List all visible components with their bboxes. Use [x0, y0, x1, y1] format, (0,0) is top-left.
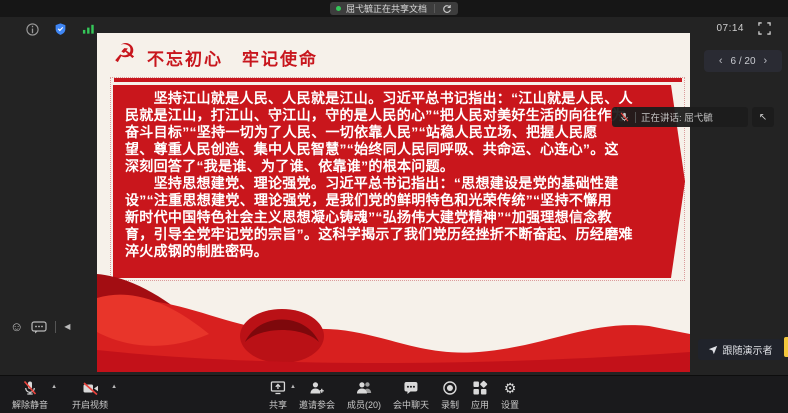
side-panel-handle[interactable] — [784, 337, 788, 357]
share-label: 共享 — [269, 398, 287, 411]
muted-mic-icon — [22, 380, 38, 396]
divider — [55, 321, 56, 333]
invite-label: 邀请参会 — [299, 398, 335, 411]
banner-paragraphs: 坚持江山就是人民、人民就是江山。习近平总书记指出：“江山就是人民、人 民就是江山… — [113, 85, 685, 260]
fullscreen-icon[interactable] — [758, 22, 772, 36]
emoji-reaction-icon[interactable]: ☺ — [10, 320, 23, 334]
chat-label: 会中聊天 — [393, 398, 429, 411]
next-page-button[interactable]: › — [764, 55, 768, 67]
page-indicator: 6 / 20 — [730, 56, 755, 67]
record-icon — [442, 380, 458, 396]
camera-off-icon — [82, 380, 99, 396]
unmute-label: 解除静音 — [12, 398, 48, 411]
divider — [434, 4, 435, 13]
apps-grid-icon — [472, 380, 488, 396]
meeting-duration: 07:14 — [716, 23, 744, 34]
start-video-button[interactable]: 开启视频 ▲ — [72, 380, 108, 411]
sharing-status-pill: 屈弋毓正在共享文档 — [330, 2, 458, 15]
banner-line: 坚持思想建党、理论强党。习近平总书记指出：“思想建设是党的基础性建 — [125, 175, 657, 192]
banner-line: 淬火成钢的制胜密码。 — [125, 243, 657, 260]
sharing-notice-text: 屈弋毓正在共享文档 — [346, 2, 427, 15]
speaking-indicator: 正在讲话: 屈弋毓 — [612, 107, 748, 127]
party-emblem-icon: ☭ — [113, 39, 136, 67]
title-underline — [114, 78, 682, 82]
settings-gear-icon: ⚙ — [504, 380, 517, 396]
page-navigator: ‹ 6 / 20 › — [704, 50, 782, 72]
chat-bubble-icon[interactable] — [31, 321, 47, 334]
invite-person-icon — [309, 380, 325, 396]
muted-mic-icon — [619, 111, 630, 123]
slide-title: 不忘初心 牢记使命 — [147, 45, 318, 70]
share-options-caret[interactable]: ▲ — [290, 384, 296, 390]
security-shield-icon[interactable] — [52, 21, 68, 37]
red-banner: 坚持江山就是人民、人民就是江山。习近平总书记指出：“江山就是人民、人 民就是江山… — [113, 85, 685, 278]
shared-slide: ☭ 不忘初心 牢记使命 坚持江山就是人民、人民就是江山。习近平总书记指出：“江山… — [97, 33, 690, 372]
prev-page-button[interactable]: ‹ — [719, 55, 723, 67]
chat-button[interactable]: 会中聊天 — [393, 380, 429, 411]
apps-label: 应用 — [471, 398, 489, 411]
start-video-label: 开启视频 — [72, 398, 108, 411]
speaking-label: 正在讲话: 屈弋毓 — [641, 110, 713, 124]
cursor-icon — [708, 345, 718, 355]
meeting-window: 屈弋毓正在共享文档 07:14 ☭ 不忘初心 牢记使命 坚持江山就是人民、人民 — [0, 0, 788, 413]
meeting-info-icon[interactable] — [24, 21, 40, 37]
refresh-icon[interactable] — [442, 4, 452, 14]
settings-button[interactable]: ⚙ 设置 — [501, 380, 519, 411]
banner-line: 育，引导全党牢记党的宗旨”。这科学揭示了我们党历经挫折不断奋起、历经磨难 — [125, 226, 657, 243]
banner-line: 新时代中国特色社会主义思想凝心铸魂”“弘扬伟大建党精神”“加强理想信念教 — [125, 209, 657, 226]
share-screen-icon — [270, 380, 286, 396]
banner-line: 奋斗目标”“坚持一切为了人民、一切依靠人民”“站稳人民立场、把握人民愿 — [125, 124, 657, 141]
follow-presenter-button[interactable]: 跟随演示者 — [698, 339, 782, 360]
meeting-chat-icon — [403, 380, 419, 396]
share-screen-button[interactable]: 共享 ▲ — [269, 380, 287, 411]
banner-line: 民就是江山，打江山、守江山，守的是人民的心”“把人民对美好生活的向往作为 — [125, 107, 657, 124]
collapse-panel-icon[interactable]: ◀ — [64, 320, 70, 334]
mic-options-caret[interactable]: ▲ — [51, 384, 57, 390]
banner-line: 坚持江山就是人民、人民就是江山。习近平总书记指出：“江山就是人民、人 — [125, 90, 657, 107]
banner-line: 设”“注重思想建党、理论强党，是我们党的鲜明特色和光荣传统”“坚持不懈用 — [125, 192, 657, 209]
banner-line: 望、尊重人民创造、集中人民智慧”“始终同人民同呼吸、共命运、心连心”。这 — [125, 141, 657, 158]
sharing-active-dot — [336, 6, 341, 11]
apps-button[interactable]: 应用 — [471, 380, 489, 411]
collapse-arrow-button[interactable]: ↖ — [752, 107, 774, 127]
unmute-button[interactable]: 解除静音 ▲ — [12, 380, 48, 411]
invite-button[interactable]: 邀请参会 — [299, 380, 335, 411]
follow-presenter-label: 跟随演示者 — [723, 342, 773, 357]
top-bar: 屈弋毓正在共享文档 — [0, 0, 788, 17]
members-icon — [355, 380, 372, 396]
banner-line: 深刻回答了“我是谁、为了谁、依靠谁”的根本问题。 — [125, 158, 657, 175]
settings-label: 设置 — [501, 398, 519, 411]
meeting-toolbar: 解除静音 ▲ 开启视频 ▲ — [0, 375, 788, 413]
reaction-overlay: ☺ ◀ — [10, 320, 70, 334]
divider — [635, 112, 636, 123]
record-button[interactable]: 录制 — [441, 380, 459, 411]
video-options-caret[interactable]: ▲ — [111, 384, 117, 390]
ribbon-graphic — [97, 268, 690, 372]
members-button[interactable]: 成员(20) — [347, 380, 381, 411]
members-label: 成员(20) — [347, 398, 381, 411]
network-signal-icon[interactable] — [80, 21, 96, 37]
record-label: 录制 — [441, 398, 459, 411]
